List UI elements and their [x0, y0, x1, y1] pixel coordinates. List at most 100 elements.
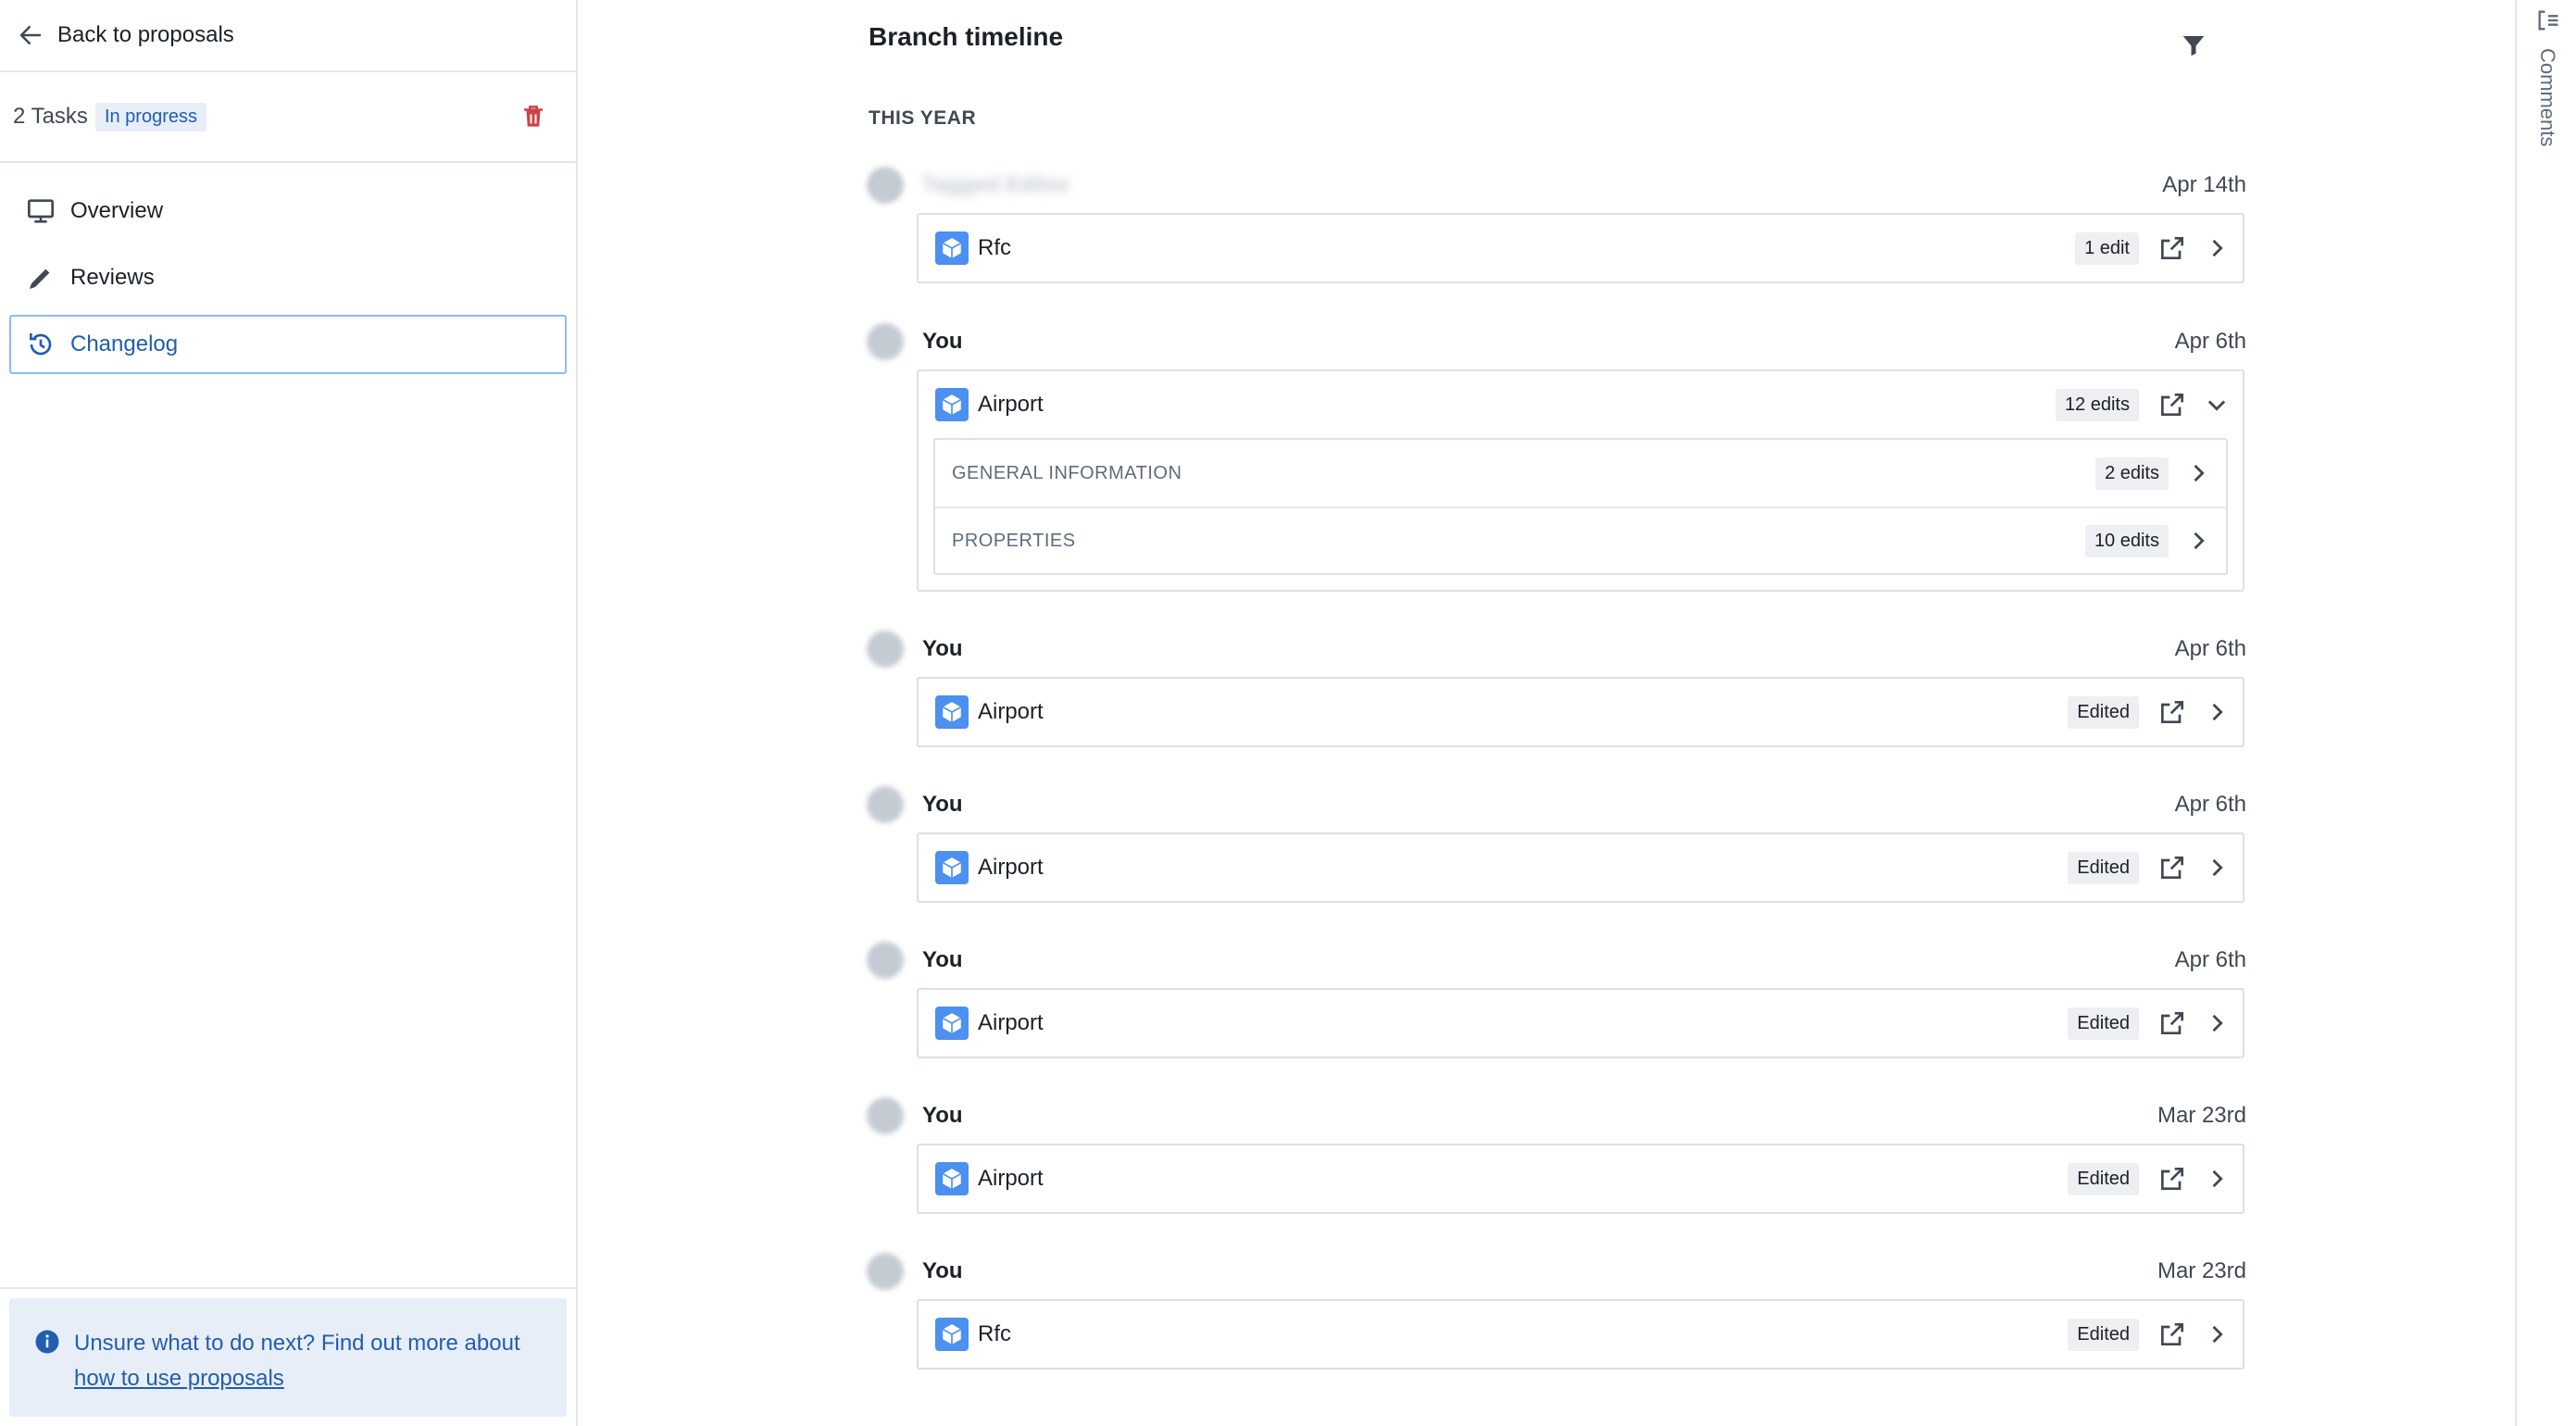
- entry-header: You Apr 6th: [867, 323, 2246, 360]
- sidebar-item-label: Changelog: [70, 331, 179, 356]
- delete-button[interactable]: [519, 101, 548, 132]
- entry-header: You Mar 23rd: [867, 1097, 2246, 1134]
- chevron-right-icon[interactable]: [2204, 699, 2230, 725]
- author-name: You: [922, 792, 963, 817]
- avatar: [867, 631, 904, 668]
- info-icon: [35, 1330, 59, 1354]
- chevron-right-icon[interactable]: [2204, 855, 2230, 881]
- chevron-right-icon[interactable]: [2204, 1321, 2230, 1347]
- object-row[interactable]: Airport Edited: [919, 679, 2243, 745]
- author-name: You: [922, 947, 963, 972]
- open-external-icon[interactable]: [2157, 697, 2187, 727]
- help-text: Unsure what to do next? Find out more ab…: [74, 1331, 520, 1356]
- timeline-entry: Tagged Editor Apr 14th Rfc 1 edit: [867, 167, 2246, 283]
- object-row[interactable]: Airport Edited: [919, 1145, 2243, 1212]
- open-external-icon[interactable]: [2157, 1320, 2187, 1349]
- section-header: THIS YEAR: [869, 107, 977, 129]
- cube-icon: [935, 388, 969, 421]
- object-name: Airport: [978, 1010, 1044, 1035]
- object-card: Airport Edited: [917, 677, 2245, 747]
- tasks-summary: 2 Tasks In progress: [0, 72, 576, 163]
- sidebar-item-overview[interactable]: Overview: [9, 181, 567, 241]
- open-external-icon[interactable]: [2157, 1008, 2187, 1038]
- desktop-icon: [28, 199, 54, 223]
- edits-badge: Edited: [2068, 1007, 2139, 1040]
- back-to-proposals-button[interactable]: Back to proposals: [0, 0, 576, 72]
- main-content: Branch timeline THIS YEAR Tagged Editor …: [580, 0, 2515, 1426]
- edit-group-label: PROPERTIES: [952, 530, 1076, 551]
- open-external-icon[interactable]: [2157, 853, 2187, 882]
- edits-badge: Edited: [2068, 851, 2139, 884]
- entry-date: Apr 6th: [2174, 947, 2246, 972]
- arrow-left-icon: [19, 26, 42, 44]
- author-name: Tagged Editor: [922, 172, 1070, 197]
- sidebar-item-changelog[interactable]: Changelog: [9, 315, 567, 374]
- sidebar: Back to proposals 2 Tasks In progress Ov…: [0, 0, 578, 1426]
- sidebar-item-label: Overview: [70, 198, 164, 223]
- sidebar-item-label: Reviews: [70, 265, 155, 290]
- object-card: Airport Edited: [917, 832, 2245, 903]
- chevron-right-icon[interactable]: [2204, 1010, 2230, 1036]
- object-name: Airport: [978, 1166, 1044, 1191]
- how-to-use-proposals-link[interactable]: how to use proposals: [74, 1366, 284, 1391]
- author-name: You: [922, 636, 963, 661]
- object-name: Airport: [978, 855, 1044, 880]
- comments-toggle[interactable]: Comments: [2535, 48, 2559, 146]
- avatar: [867, 1097, 904, 1134]
- cube-icon: [935, 1162, 969, 1195]
- filter-icon[interactable]: [2180, 31, 2207, 59]
- sidebar-item-reviews[interactable]: Reviews: [9, 248, 567, 307]
- object-row[interactable]: Airport Edited: [919, 990, 2243, 1057]
- object-row[interactable]: Rfc Edited: [919, 1301, 2243, 1368]
- timeline-entry: You Apr 6th Airport Edited: [867, 786, 2246, 903]
- entry-header: You Apr 6th: [867, 631, 2246, 668]
- chevron-down-icon[interactable]: [2204, 392, 2230, 418]
- timeline-entry: You Apr 6th Airport Edited: [867, 631, 2246, 747]
- history-icon: [30, 333, 52, 356]
- edits-badge: Edited: [2068, 1318, 2139, 1351]
- open-external-icon[interactable]: [2157, 390, 2187, 419]
- timeline-entry: You Apr 6th Airport 12 edits GENERAL INF…: [867, 323, 2246, 592]
- chevron-right-icon: [2194, 532, 2205, 550]
- avatar: [867, 167, 904, 204]
- open-external-icon[interactable]: [2157, 233, 2187, 263]
- avatar: [867, 1253, 904, 1290]
- author-name: You: [922, 1258, 963, 1283]
- open-external-icon[interactable]: [2157, 1164, 2187, 1194]
- object-card: Rfc 1 edit: [917, 213, 2245, 283]
- edit-group-general-information[interactable]: GENERAL INFORMATION 2 edits: [935, 440, 2226, 507]
- edit-groups: GENERAL INFORMATION 2 edits PROPERTIES 1…: [933, 438, 2228, 575]
- object-row[interactable]: Rfc 1 edit: [919, 215, 2243, 281]
- timeline-entry: You Mar 23rd Rfc Edited: [867, 1253, 2246, 1370]
- chevron-right-icon[interactable]: [2204, 235, 2230, 261]
- entry-date: Mar 23rd: [2157, 1258, 2246, 1283]
- entry-date: Mar 23rd: [2157, 1103, 2246, 1128]
- cube-icon: [935, 1007, 969, 1040]
- edits-badge: 10 edits: [2084, 524, 2169, 557]
- page-title: Branch timeline: [869, 22, 1064, 51]
- chevron-right-icon: [2194, 464, 2205, 482]
- help-callout-body: Unsure what to do next? Find out more ab…: [9, 1298, 567, 1417]
- chevron-right-icon[interactable]: [2204, 1166, 2230, 1192]
- timeline-entry: You Mar 23rd Airport Edited: [867, 1097, 2246, 1214]
- collapse-panel-icon[interactable]: [2535, 7, 2561, 33]
- edits-badge: 1 edit: [2075, 231, 2139, 265]
- cube-icon: [935, 851, 969, 884]
- entry-header: You Apr 6th: [867, 786, 2246, 823]
- object-card: Airport Edited: [917, 988, 2245, 1058]
- entry-date: Apr 6th: [2174, 329, 2246, 354]
- avatar: [867, 942, 904, 979]
- edits-badge: Edited: [2068, 1162, 2139, 1195]
- entry-header: You Apr 6th: [867, 942, 2246, 979]
- cube-icon: [935, 1318, 969, 1351]
- entry-date: Apr 6th: [2174, 792, 2246, 817]
- edits-badge: 12 edits: [2055, 388, 2139, 421]
- pencil-icon: [30, 269, 50, 289]
- edit-group-label: GENERAL INFORMATION: [952, 462, 1182, 483]
- comments-rail: Comments: [2515, 0, 2576, 1426]
- object-row[interactable]: Airport Edited: [919, 834, 2243, 901]
- object-row[interactable]: Airport 12 edits: [919, 371, 2243, 438]
- object-name: Airport: [978, 699, 1044, 724]
- edit-group-properties[interactable]: PROPERTIES 10 edits: [935, 507, 2226, 573]
- timeline-entry: You Apr 6th Airport Edited: [867, 942, 2246, 1058]
